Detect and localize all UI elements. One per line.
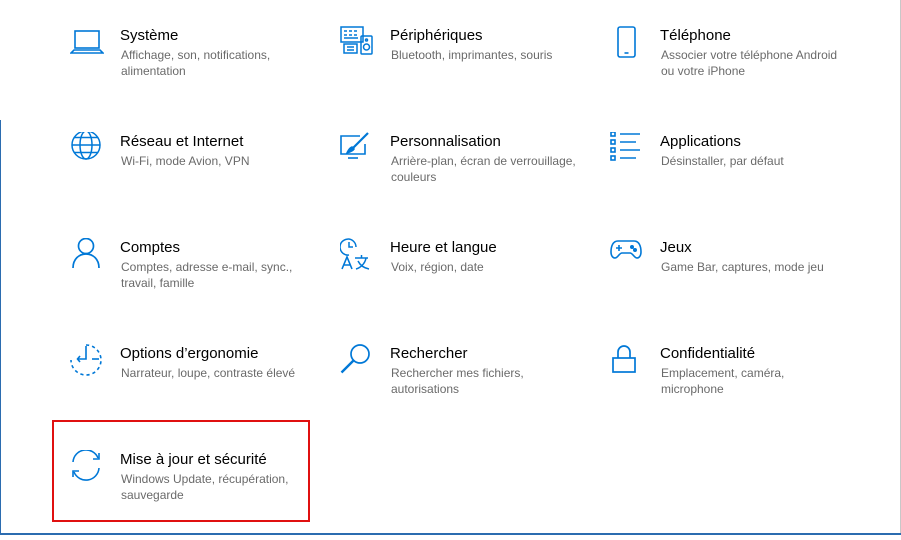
tile-personnalisation[interactable]: Personnalisation Arrière-plan, écran de … <box>340 132 590 222</box>
tile-title: Applications <box>660 133 741 150</box>
tile-description: Rechercher mes fichiers, autorisations <box>391 366 524 396</box>
tile-applications[interactable]: Applications Désinstaller, par défaut <box>610 132 860 222</box>
devices-icon <box>340 26 374 60</box>
ease-of-access-icon <box>70 344 104 378</box>
tile-description: Wi-Fi, mode Avion, VPN <box>121 154 250 168</box>
paint-icon <box>340 132 374 166</box>
tile-comptes[interactable]: Comptes Comptes, adresse e-mail, sync., … <box>70 238 320 328</box>
tile-title: Heure et langue <box>390 239 497 256</box>
tile-confidentialite[interactable]: Confidentialité Emplacement, caméra, mic… <box>610 344 860 434</box>
tile-title: Jeux <box>660 239 692 256</box>
tile-systeme[interactable]: Système Affichage, son, notifications, a… <box>70 26 320 116</box>
tile-description: Narrateur, loupe, contraste élevé <box>121 366 296 380</box>
gamepad-icon <box>610 238 644 272</box>
tile-title: Personnalisation <box>390 133 501 150</box>
tile-reseau-internet[interactable]: Réseau et Internet Wi-Fi, mode Avion, VP… <box>70 132 320 222</box>
time-language-icon <box>340 238 374 272</box>
tile-title: Rechercher <box>390 345 468 362</box>
tile-jeux[interactable]: Jeux Game Bar, captures, mode jeu <box>610 238 860 328</box>
tile-title: Téléphone <box>660 27 731 44</box>
tile-description: Comptes, adresse e-mail, sync., travail,… <box>121 260 293 290</box>
tile-description: Arrière-plan, écran de verrouillage, cou… <box>391 154 576 184</box>
tile-description: Voix, région, date <box>391 260 484 274</box>
search-icon <box>340 344 374 378</box>
tile-telephone[interactable]: Téléphone Associer votre téléphone Andro… <box>610 26 860 116</box>
person-icon <box>70 238 104 272</box>
tile-rechercher[interactable]: Rechercher Rechercher mes fichiers, auto… <box>340 344 590 434</box>
apps-list-icon <box>610 132 644 166</box>
tile-title: Options d’ergonomie <box>120 345 259 362</box>
tile-description: Associer votre téléphone Android ou votr… <box>661 48 838 78</box>
tile-title: Périphériques <box>390 27 483 44</box>
tile-title: Réseau et Internet <box>120 133 244 150</box>
tile-description: Game Bar, captures, mode jeu <box>661 260 824 274</box>
laptop-icon <box>70 26 104 60</box>
tile-title: Système <box>120 27 179 44</box>
tile-heure-langue[interactable]: Heure et langue Voix, région, date <box>340 238 590 328</box>
tile-peripheriques[interactable]: Périphériques Bluetooth, imprimantes, so… <box>340 26 590 116</box>
tile-description: Affichage, son, notifications, alimentat… <box>121 48 271 78</box>
settings-grid: Système Affichage, son, notifications, a… <box>0 0 901 535</box>
phone-icon <box>610 26 644 60</box>
tile-title: Comptes <box>120 239 181 256</box>
highlight-box <box>52 420 310 522</box>
lock-icon <box>610 344 644 378</box>
tile-title: Confidentialité <box>660 345 756 362</box>
tile-description: Désinstaller, par défaut <box>661 154 784 168</box>
globe-icon <box>70 132 104 166</box>
tile-description: Emplacement, caméra, microphone <box>661 366 785 396</box>
tile-description: Bluetooth, imprimantes, souris <box>391 48 553 62</box>
